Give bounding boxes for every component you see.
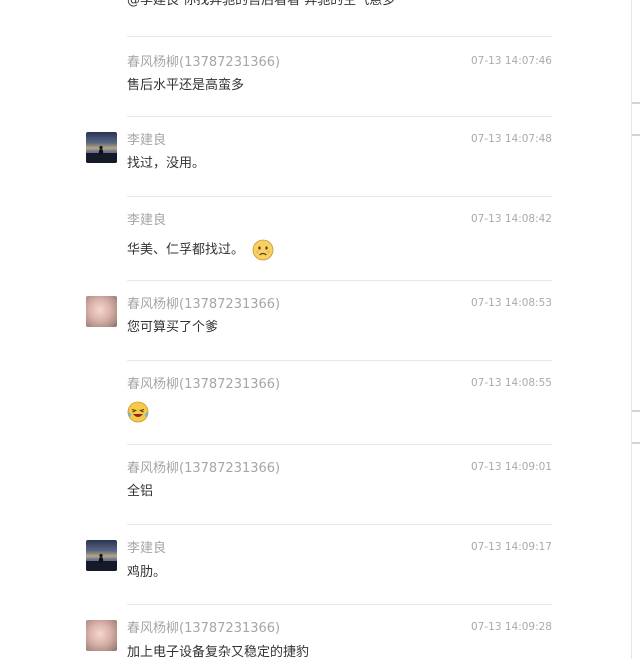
message-sender[interactable]: 春风杨柳(13787231366) <box>127 620 280 638</box>
avatar[interactable] <box>86 620 117 651</box>
worried-face-icon <box>252 239 274 261</box>
message-time: 07-13 14:08:53 <box>470 297 552 309</box>
chat-message: 春风杨柳(13787231366) 07-13 14:08:53 您可算买了个爹 <box>86 296 552 346</box>
scrollbar-marker <box>632 102 640 104</box>
message-time: 07-13 14:07:46 <box>470 55 552 67</box>
message-sender[interactable]: 李建良 <box>127 212 166 230</box>
message-divider <box>127 280 552 281</box>
message-sender[interactable]: 春风杨柳(13787231366) <box>127 296 280 314</box>
message-time: 07-13 14:09:01 <box>470 461 552 473</box>
message-time: 07-13 14:08:55 <box>470 377 552 389</box>
message-sender[interactable]: 春风杨柳(13787231366) <box>127 376 280 394</box>
message-time: 07-13 14:07:48 <box>470 133 552 145</box>
message-time: 07-13 14:09:17 <box>470 541 552 553</box>
chat-message: 春风杨柳(13787231366) 07-13 14:09:28 加上电子设备复… <box>86 620 552 660</box>
message-text: 售后水平还是高蛮多 <box>127 78 245 93</box>
person-silhouette-icon <box>86 553 117 571</box>
message-divider <box>127 524 552 525</box>
message-text: 华美、仁孚都找过。 <box>127 239 274 261</box>
scrollbar-marker <box>632 442 640 444</box>
scrollbar-track[interactable] <box>631 0 632 659</box>
message-sender[interactable]: 春风杨柳(13787231366) <box>127 54 280 72</box>
message-divider <box>127 360 552 361</box>
chat-message: 李建良 07-13 14:08:42 华美、仁孚都找过。 <box>86 212 552 268</box>
chat-message: 李建良 07-13 14:07:48 找过，没用。 <box>86 132 552 182</box>
message-divider <box>127 36 552 37</box>
message-time: 07-13 14:08:42 <box>470 213 552 225</box>
message-divider <box>127 116 552 117</box>
message-text: 全铝 <box>127 484 154 499</box>
avatar[interactable] <box>86 540 117 571</box>
person-silhouette-icon <box>86 145 117 163</box>
message-text: 您可算买了个爹 <box>127 320 219 335</box>
chat-message: 春风杨柳(13787231366) 07-13 14:09:01 全铝 <box>86 460 552 510</box>
message-text: 加上电子设备复杂又稳定的捷豹 <box>127 645 310 660</box>
chat-message: 春风杨柳(13787231366) 07-13 14:07:46 售后水平还是高… <box>86 54 552 104</box>
message-sender[interactable]: 李建良 <box>127 132 166 150</box>
message-divider <box>127 604 552 605</box>
avatar[interactable] <box>86 296 117 327</box>
message-sender[interactable]: 春风杨柳(13787231366) <box>127 460 280 478</box>
message-sender[interactable]: 李建良 <box>127 540 166 558</box>
chat-message: 李建良 07-13 14:09:17 鸡肋。 <box>86 540 552 590</box>
message-text: 找过，没用。 <box>127 156 206 171</box>
message-divider <box>127 196 552 197</box>
scrollbar-marker <box>632 134 640 136</box>
message-text-partial: @李建良 你找奔驰的售后看看 奔驰的空气悬多 <box>127 0 396 8</box>
scrollbar-marker <box>632 410 640 412</box>
message-text: 鸡肋。 <box>127 565 167 580</box>
chat-message: 春风杨柳(13787231366) 07-13 14:08:55 <box>86 376 552 432</box>
laughing-tears-icon <box>127 401 149 423</box>
message-time: 07-13 14:09:28 <box>470 621 552 633</box>
message-divider <box>127 444 552 445</box>
avatar[interactable] <box>86 132 117 163</box>
